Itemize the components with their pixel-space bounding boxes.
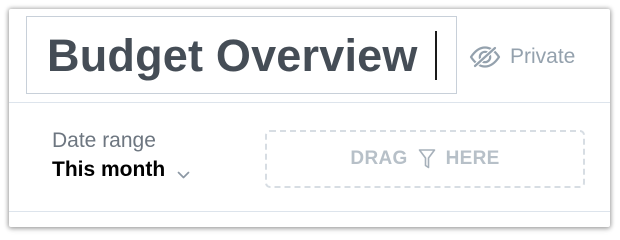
chevron-down-icon: [177, 166, 190, 179]
filter-bar: Date range This month DRAG HERE: [9, 103, 610, 212]
drop-zone-text-here: HERE: [445, 148, 500, 169]
title-row: Budget Overview Private: [9, 9, 610, 103]
title-input-box[interactable]: Budget Overview: [26, 16, 457, 94]
dashboard-title-input[interactable]: Budget Overview: [47, 33, 418, 79]
date-range-label: Date range: [52, 129, 156, 152]
text-caret: [435, 31, 437, 80]
funnel-icon: [418, 148, 436, 170]
filter-drop-zone[interactable]: DRAG HERE: [265, 130, 585, 188]
private-label: Private: [510, 45, 576, 68]
private-toggle[interactable]: Private: [469, 43, 575, 71]
drop-zone-text-drag: DRAG: [350, 148, 408, 169]
eye-slash-icon: [469, 45, 501, 69]
dashboard-panel: Budget Overview Private Date range This …: [9, 9, 610, 227]
date-range-value-row[interactable]: This month: [52, 157, 222, 183]
date-range-filter[interactable]: Date range This month: [52, 128, 222, 183]
date-range-value: This month: [52, 158, 166, 181]
